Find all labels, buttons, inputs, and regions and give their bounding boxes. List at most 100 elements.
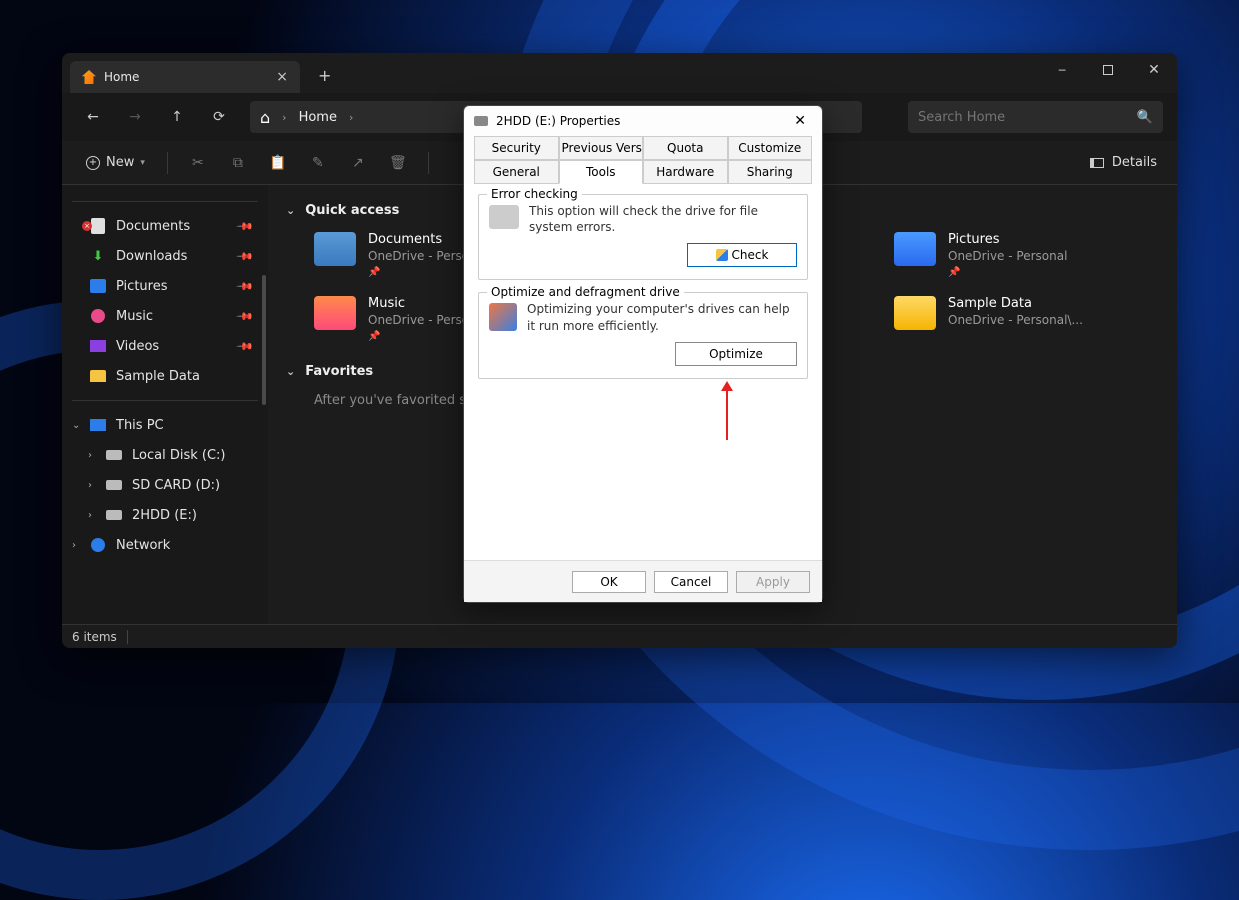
sidebar-item-videos[interactable]: Videos📌 [72, 332, 258, 360]
sidebar-item-local-disk-c[interactable]: › Local Disk (C:) [72, 441, 258, 469]
dialog-titlebar[interactable]: 2HDD (E:) Properties ✕ [464, 106, 822, 136]
optimize-button[interactable]: Optimize [675, 342, 797, 366]
dialog-footer: OK Cancel Apply [464, 560, 822, 602]
optimize-text: Optimizing your computer's drives can he… [527, 301, 797, 333]
sidebar-item-downloads[interactable]: ⬇ Downloads📌 [72, 242, 258, 270]
check-button[interactable]: Check [687, 243, 797, 267]
new-tab-button[interactable]: + [310, 58, 339, 93]
cut-button[interactable]: ✂ [180, 145, 216, 181]
music-folder-icon [314, 296, 356, 330]
home-icon [82, 70, 96, 84]
cancel-button[interactable]: Cancel [654, 571, 728, 593]
delete-button[interactable]: 🗑 [380, 145, 416, 181]
status-item-count: 6 items [72, 630, 117, 644]
tab-customize[interactable]: Customize [728, 136, 813, 160]
search-input[interactable] [918, 110, 1129, 125]
qa-item-sample-data[interactable]: ✔ Sample Data OneDrive - Personal\... [894, 296, 1154, 342]
document-icon [91, 218, 105, 234]
videos-icon [90, 340, 106, 352]
folder-icon [90, 370, 106, 382]
annotation-arrow [726, 385, 728, 440]
tab-sharing[interactable]: Sharing [728, 160, 813, 184]
chevron-right-icon[interactable]: › [88, 510, 92, 521]
error-checking-legend: Error checking [487, 187, 582, 201]
sidebar-item-documents[interactable]: × Documents📌 [72, 212, 258, 240]
sidebar-item-network[interactable]: › Network [72, 531, 258, 559]
back-button[interactable]: ← [76, 100, 110, 134]
tab-general[interactable]: General [474, 160, 559, 184]
tab-home[interactable]: Home × [70, 61, 300, 93]
sidebar-item-music[interactable]: Music📌 [72, 302, 258, 330]
chevron-down-icon[interactable]: ⌄ [72, 420, 80, 431]
details-icon [1090, 158, 1104, 168]
scrollbar[interactable] [262, 275, 266, 405]
search-icon[interactable]: 🔍 [1137, 110, 1153, 125]
defrag-icon [489, 303, 517, 331]
error-checking-text: This option will check the drive for fil… [529, 203, 797, 235]
qa-item-pictures[interactable]: ☁ Pictures OneDrive - Personal 📌 [894, 232, 1154, 278]
drive-icon [106, 480, 122, 490]
close-tab-icon[interactable]: × [276, 70, 288, 84]
network-icon [91, 538, 105, 552]
error-badge-icon: × [82, 221, 92, 231]
pin-icon: 📌 [236, 217, 255, 236]
tab-previous-versions[interactable]: Previous Versions [559, 136, 644, 160]
dialog-tabs: Security Previous Versions Quota Customi… [464, 136, 822, 184]
pin-icon: 📌 [236, 247, 255, 266]
close-window-button[interactable]: ✕ [1131, 53, 1177, 87]
sidebar-item-pictures[interactable]: Pictures📌 [72, 272, 258, 300]
dialog-title: 2HDD (E:) Properties [496, 114, 620, 128]
music-icon [91, 309, 105, 323]
optimize-legend: Optimize and defragment drive [487, 285, 684, 299]
sidebar-item-sd-card-d[interactable]: › SD CARD (D:) [72, 471, 258, 499]
tab-tools[interactable]: Tools [559, 160, 644, 184]
pin-icon: 📌 [236, 277, 255, 296]
minimize-button[interactable]: ─ [1039, 53, 1085, 87]
search-box[interactable]: 🔍 [908, 101, 1163, 133]
documents-folder-icon [314, 232, 356, 266]
download-icon: ⬇ [90, 248, 106, 264]
sidebar: × Documents📌 ⬇ Downloads📌 Pictures📌 Musi… [62, 185, 268, 624]
drive-icon [106, 510, 122, 520]
pin-icon: 📌 [948, 267, 1067, 278]
chevron-down-icon: ⌄ [286, 365, 295, 378]
sidebar-item-this-pc[interactable]: ⌄ This PC [72, 411, 258, 439]
chevron-right-icon[interactable]: › [72, 540, 76, 551]
chevron-down-icon: ▾ [140, 158, 145, 168]
drive-icon [474, 116, 488, 126]
ok-button[interactable]: OK [572, 571, 646, 593]
folder-icon [894, 296, 936, 330]
error-checking-group: Error checking This option will check th… [478, 194, 808, 280]
drive-check-icon [489, 205, 519, 229]
chevron-right-icon[interactable]: › [88, 450, 92, 461]
breadcrumb-item[interactable]: Home [299, 110, 337, 125]
chevron-right-icon: › [282, 111, 286, 124]
refresh-button[interactable]: ⟳ [202, 100, 236, 134]
new-label: New [106, 155, 134, 170]
rename-button[interactable]: ✎ [300, 145, 336, 181]
pc-icon [90, 419, 106, 431]
pin-icon: 📌 [236, 337, 255, 356]
tab-hardware[interactable]: Hardware [643, 160, 728, 184]
maximize-button[interactable] [1085, 53, 1131, 87]
forward-button[interactable]: → [118, 100, 152, 134]
sidebar-item-2hdd-e[interactable]: › 2HDD (E:) [72, 501, 258, 529]
tab-quota[interactable]: Quota [643, 136, 728, 160]
up-button[interactable]: ↑ [160, 100, 194, 134]
sidebar-item-sample-data[interactable]: Sample Data [72, 362, 258, 390]
tab-title: Home [104, 70, 139, 84]
details-label: Details [1112, 155, 1157, 170]
paste-button[interactable]: 📋 [260, 145, 296, 181]
share-button[interactable]: ↗ [340, 145, 376, 181]
properties-dialog: 2HDD (E:) Properties ✕ Security Previous… [463, 105, 823, 603]
titlebar: Home × + ─ ✕ [62, 53, 1177, 93]
chevron-right-icon[interactable]: › [88, 480, 92, 491]
chevron-down-icon: ⌄ [286, 204, 295, 217]
statusbar: 6 items [62, 624, 1177, 648]
pin-icon: 📌 [236, 307, 255, 326]
new-button[interactable]: + New ▾ [76, 149, 155, 176]
close-dialog-button[interactable]: ✕ [788, 111, 812, 131]
details-button[interactable]: Details [1084, 155, 1163, 170]
copy-button[interactable]: ⧉ [220, 145, 256, 181]
tab-security[interactable]: Security [474, 136, 559, 160]
